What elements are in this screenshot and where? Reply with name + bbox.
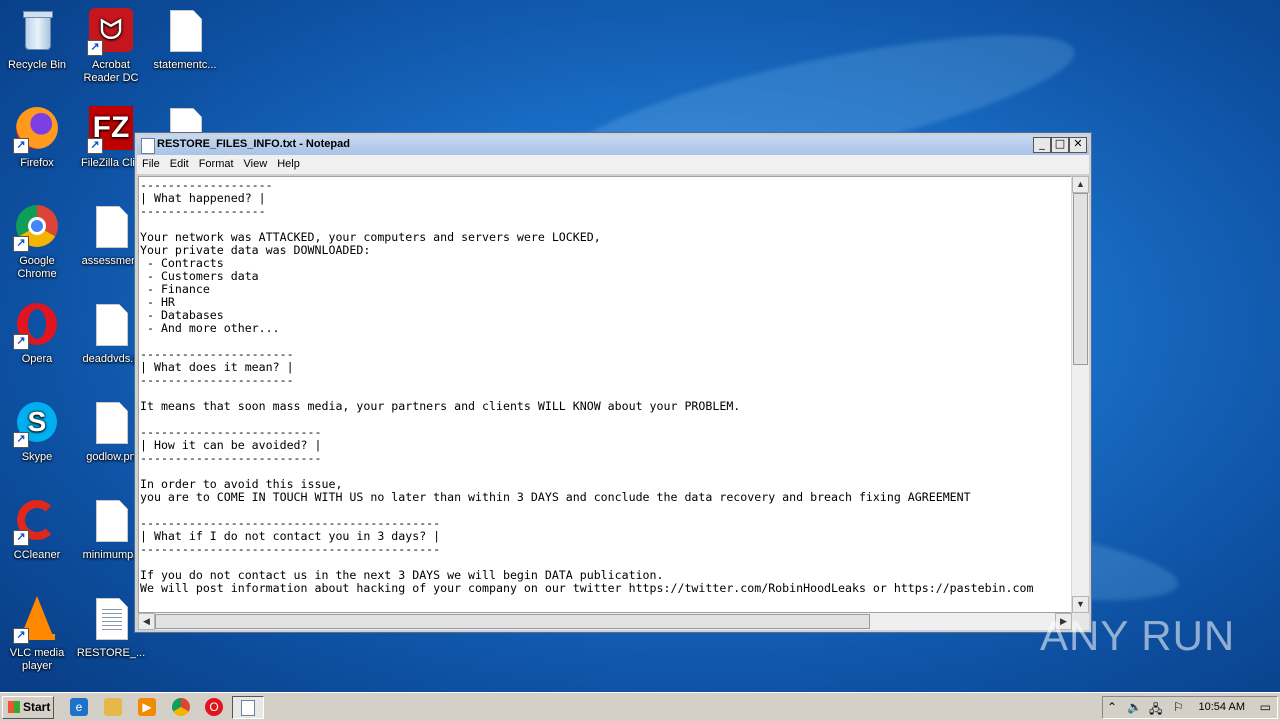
explorer-folder-icon[interactable] — [104, 698, 122, 716]
scroll-left-arrow-icon[interactable]: ◀ — [138, 613, 155, 630]
desktop-icon-label: CCleaner — [13, 549, 61, 561]
recycle-bin-icon — [13, 8, 61, 56]
opera-icon: ↗ — [13, 302, 61, 350]
desktop-icon-firefox[interactable]: ↗ Firefox — [0, 106, 74, 170]
chrome-taskbar-icon[interactable] — [172, 698, 190, 716]
desktop-icon-label: Recycle Bin — [7, 59, 67, 71]
desktop-icon-label: Acrobat Reader DC — [83, 59, 139, 84]
horizontal-scrollbar[interactable]: ◀ ▶ — [138, 613, 1072, 630]
text-editor[interactable]: ------------------- | What happened? | -… — [138, 176, 1072, 613]
shortcut-arrow-icon: ↗ — [13, 236, 29, 252]
desktop-icon-label: VLC media player — [9, 647, 65, 672]
scroll-up-arrow-icon[interactable]: ▲ — [1072, 176, 1089, 193]
chrome-icon: ↗ — [13, 204, 61, 252]
menu-view[interactable]: View — [239, 155, 273, 170]
file-icon — [87, 400, 135, 448]
window-title: RESTORE_FILES_INFO.txt - Notepad — [157, 138, 350, 150]
menu-help[interactable]: Help — [272, 155, 305, 170]
start-label: Start — [23, 700, 51, 714]
desktop-icon-skype[interactable]: S ↗ Skype — [0, 400, 74, 464]
filezilla-icon: FZ ↗ — [87, 106, 135, 154]
shortcut-arrow-icon: ↗ — [13, 530, 29, 546]
windows-logo-icon — [8, 701, 20, 713]
notepad-taskbar-icon — [241, 700, 255, 716]
shortcut-arrow-icon: ↗ — [87, 138, 103, 154]
desktop-icon-recycle-bin[interactable]: Recycle Bin — [0, 8, 74, 72]
shortcut-arrow-icon: ↗ — [13, 138, 29, 154]
show-desktop-icon[interactable]: ▭ — [1260, 700, 1271, 714]
file-icon — [87, 302, 135, 350]
shortcut-arrow-icon: ↗ — [13, 628, 29, 644]
shortcut-arrow-icon: ↗ — [13, 432, 29, 448]
skype-icon: S ↗ — [13, 400, 61, 448]
minimize-button[interactable]: _ — [1033, 137, 1051, 153]
notepad-window[interactable]: RESTORE_FILES_INFO.txt - Notepad _ □ ✕ F… — [134, 132, 1092, 633]
notepad-icon — [141, 138, 155, 154]
acrobat-icon: ᗢ ↗ — [87, 8, 135, 56]
scroll-down-arrow-icon[interactable]: ▼ — [1072, 596, 1089, 613]
media-player-icon[interactable]: ▶ — [138, 698, 156, 716]
desktop-icon-ccleaner[interactable]: ↗ CCleaner — [0, 498, 74, 562]
ccleaner-icon: ↗ — [13, 498, 61, 546]
file-icon — [87, 204, 135, 252]
vlc-icon: ↗ — [13, 596, 61, 644]
desktop-icon-label: RESTORE_... — [76, 647, 146, 659]
anyrun-watermark: ANY RUN — [1040, 612, 1236, 659]
firefox-icon: ↗ — [13, 106, 61, 154]
shortcut-arrow-icon: ↗ — [13, 334, 29, 350]
title-bar[interactable]: RESTORE_FILES_INFO.txt - Notepad _ □ ✕ — [137, 135, 1089, 155]
desktop-icon-acrobat[interactable]: ᗢ ↗ Acrobat Reader DC — [74, 8, 148, 85]
vertical-scrollbar[interactable]: ▲ ▼ — [1071, 176, 1089, 613]
maximize-button[interactable]: □ — [1051, 137, 1069, 153]
menu-edit[interactable]: Edit — [165, 155, 194, 170]
start-button[interactable]: Start — [2, 696, 54, 719]
desktop-icon-vlc[interactable]: ↗ VLC media player — [0, 596, 74, 673]
text-file-icon — [87, 596, 135, 644]
desktop-icon-label: statementc... — [153, 59, 217, 71]
desktop-icon-chrome[interactable]: ↗ Google Chrome — [0, 204, 74, 281]
horizontal-scroll-thumb[interactable] — [155, 614, 870, 629]
taskbar: Start e ▶ O ⌃ 🔈 🖧 ⚐ 10:54 AM ▭ — [0, 692, 1280, 721]
close-button[interactable]: ✕ — [1069, 137, 1087, 153]
clock[interactable]: 10:54 AM — [1199, 701, 1245, 713]
system-tray: ⌃ 🔈 🖧 ⚐ 10:54 AM ▭ — [1102, 696, 1278, 719]
desktop-icon-statement[interactable]: statementc... — [148, 8, 222, 72]
notepad-taskbar-button[interactable] — [232, 696, 264, 719]
vertical-scroll-thumb[interactable] — [1073, 193, 1088, 365]
desktop-icon-opera[interactable]: ↗ Opera — [0, 302, 74, 366]
file-icon — [87, 498, 135, 546]
internet-explorer-icon[interactable]: e — [70, 698, 88, 716]
file-icon — [161, 8, 209, 56]
action-center-flag-icon[interactable]: ⚐ — [1173, 700, 1184, 714]
desktop-icon-label: Firefox — [20, 157, 54, 169]
document-text[interactable]: ------------------- | What happened? | -… — [139, 177, 1071, 595]
menu-file[interactable]: File — [137, 155, 165, 170]
desktop-icon-label: Google Chrome — [17, 255, 57, 280]
shortcut-arrow-icon: ↗ — [87, 40, 103, 56]
show-hidden-icons-icon[interactable]: ⌃ — [1107, 700, 1117, 714]
desktop-icon-label: Skype — [21, 451, 53, 463]
desktop-icon-label: Opera — [21, 353, 53, 365]
volume-icon[interactable]: 🔈 — [1127, 700, 1142, 714]
opera-taskbar-icon[interactable]: O — [205, 698, 223, 716]
network-icon[interactable]: 🖧 — [1149, 700, 1162, 721]
menu-bar: File Edit Format View Help — [137, 155, 1089, 174]
menu-format[interactable]: Format — [194, 155, 239, 170]
